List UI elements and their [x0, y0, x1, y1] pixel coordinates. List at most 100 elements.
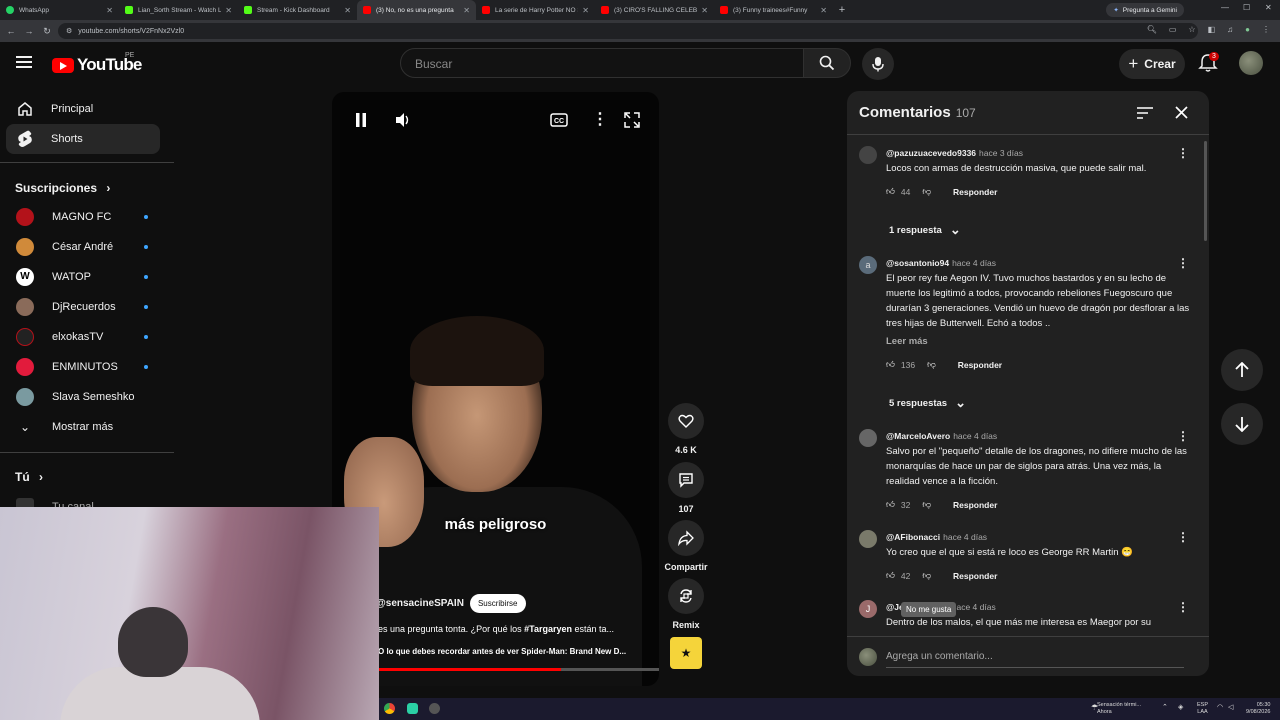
comment-avatar[interactable]: [859, 429, 877, 447]
reply-button[interactable]: Responder: [953, 187, 997, 197]
comments-action[interactable]: 107: [668, 462, 704, 514]
reply-button[interactable]: Responder: [953, 500, 997, 510]
browser-tab-active[interactable]: (3) No, no es una pregunta ✕: [357, 0, 476, 20]
browser-tab[interactable]: Lian_Sorth Stream - Watch Live ✕: [119, 0, 238, 20]
maximize-icon[interactable]: ☐: [1243, 3, 1250, 12]
subscription-item[interactable]: César André: [6, 232, 160, 262]
gemini-button[interactable]: ✦ Pregunta a Gemini: [1106, 3, 1184, 17]
menu-icon[interactable]: ⋮: [1262, 25, 1270, 34]
speaker-icon[interactable]: ◁: [1228, 704, 1233, 711]
search-button[interactable]: [803, 48, 851, 78]
thumbs-down-icon[interactable]: 👎︎: [922, 186, 931, 197]
subscription-item[interactable]: ENMINUTOS: [6, 352, 160, 382]
search-input[interactable]: Buscar: [400, 48, 804, 78]
obs-icon[interactable]: [429, 703, 440, 714]
thumbs-down-icon[interactable]: 👎︎: [922, 570, 931, 581]
comment-author[interactable]: @MarceloAvero: [886, 431, 950, 441]
thumbs-up-icon[interactable]: 👍︎: [886, 359, 895, 370]
comment-menu-icon[interactable]: ⋮: [1177, 256, 1189, 270]
subscription-item[interactable]: MAGNO FC: [6, 202, 160, 232]
close-tab-icon[interactable]: ✕: [225, 6, 232, 15]
like-action[interactable]: 4.6 K: [668, 403, 704, 455]
comment-avatar[interactable]: J: [859, 600, 877, 618]
media-icon[interactable]: ♫: [1227, 25, 1233, 34]
you-heading[interactable]: Tú ›: [15, 470, 43, 484]
close-icon[interactable]: [1175, 106, 1188, 119]
app-icon[interactable]: [407, 703, 418, 714]
close-tab-icon[interactable]: ✕: [820, 6, 827, 15]
forward-icon[interactable]: →: [20, 26, 38, 36]
reply-button[interactable]: Responder: [953, 571, 997, 581]
browser-tab[interactable]: Stream - Kick Dashboard ✕: [238, 0, 357, 20]
profile-icon[interactable]: ●: [1245, 25, 1250, 34]
bookmark-star-icon[interactable]: ☆: [1188, 25, 1195, 34]
captions-icon[interactable]: CC: [550, 113, 568, 127]
browser-tab[interactable]: La serie de Harry Potter NO SE ✕: [476, 0, 595, 20]
view-replies-button[interactable]: 1 respuesta ⌄: [889, 222, 961, 238]
close-tab-icon[interactable]: ✕: [106, 6, 113, 15]
read-more-link[interactable]: Leer más: [886, 336, 928, 347]
sidebar-item-home[interactable]: Principal: [6, 94, 160, 124]
subscribe-button[interactable]: Suscribirse: [469, 594, 526, 613]
video-progress-bar[interactable]: [378, 668, 659, 671]
comment-author[interactable]: @AFibonacci: [886, 532, 940, 542]
subscription-item[interactable]: DjRecuerdos: [6, 292, 160, 322]
comment-menu-icon[interactable]: ⋮: [1177, 530, 1189, 544]
account-avatar[interactable]: [1239, 51, 1263, 75]
add-comment-input[interactable]: Agrega un comentario...: [886, 651, 993, 662]
thumbs-down-icon[interactable]: 👎︎: [927, 359, 936, 370]
comments-button[interactable]: [668, 462, 704, 498]
chrome-icon[interactable]: [384, 703, 395, 714]
comment-menu-icon[interactable]: ⋮: [1177, 429, 1189, 443]
close-tab-icon[interactable]: ✕: [701, 6, 708, 15]
comments-scrollbar[interactable]: [1204, 141, 1207, 241]
close-window-icon[interactable]: ✕: [1265, 3, 1272, 12]
sort-icon[interactable]: [1137, 107, 1153, 119]
close-tab-icon[interactable]: ✕: [582, 6, 589, 15]
video-title[interactable]: es una pregunta tonta. ¿Por qué los #Tar…: [378, 624, 614, 634]
share-button[interactable]: [668, 520, 704, 556]
reload-icon[interactable]: ↻: [38, 26, 56, 37]
language-indicator[interactable]: ESP LAA: [1197, 702, 1208, 716]
comment-avatar[interactable]: [859, 146, 877, 164]
pause-icon[interactable]: [354, 112, 368, 128]
site-info-icon[interactable]: ⚙: [66, 27, 72, 35]
tray-icon[interactable]: ◈: [1178, 704, 1183, 711]
close-tab-icon[interactable]: ✕: [344, 6, 351, 15]
thumbs-up-icon[interactable]: 👍︎: [886, 186, 895, 197]
show-more-button[interactable]: ⌄ Mostrar más: [6, 412, 160, 442]
clock[interactable]: 05:30 9/08/2026: [1246, 702, 1270, 716]
comment-avatar[interactable]: [859, 530, 877, 548]
comment-author[interactable]: @pazuzuacevedo9336: [886, 148, 976, 158]
subscription-item[interactable]: Slava Semeshko: [6, 382, 160, 412]
audio-thumbnail[interactable]: ★: [670, 637, 702, 669]
sidebar-item-shorts[interactable]: Shorts: [6, 124, 160, 154]
close-tab-icon[interactable]: ✕: [463, 6, 470, 15]
weather-widget[interactable]: Sensación térmi... Ahora: [1097, 702, 1141, 716]
menu-hamburger-icon[interactable]: [16, 56, 32, 68]
remix-button[interactable]: [668, 578, 704, 614]
channel-handle[interactable]: @sensacineSPAIN: [376, 598, 464, 609]
remix-action[interactable]: Remix: [668, 578, 704, 630]
browser-tab[interactable]: WhatsApp ✕: [0, 0, 119, 20]
thumbs-down-icon[interactable]: 👎︎: [922, 499, 931, 510]
comment-menu-icon[interactable]: ⋮: [1177, 600, 1189, 614]
back-icon[interactable]: ←: [2, 26, 20, 36]
browser-tab[interactable]: (3) Funny trainees#Funny ✕: [714, 0, 833, 20]
zoom-icon[interactable]: 🔍︎: [1147, 25, 1157, 34]
next-short-button[interactable]: [1221, 403, 1263, 445]
fullscreen-icon[interactable]: [624, 112, 640, 128]
comment-author[interactable]: @sosantonio94: [886, 258, 949, 268]
voice-search-button[interactable]: [862, 48, 894, 80]
share-action[interactable]: Compartir: [665, 520, 708, 572]
more-options-icon[interactable]: ⋮: [592, 109, 608, 129]
hashtag-link[interactable]: #Targaryen: [524, 624, 572, 634]
subscription-item[interactable]: W WATOP: [6, 262, 160, 292]
comment-menu-icon[interactable]: ⋮: [1177, 146, 1189, 160]
previous-short-button[interactable]: [1221, 349, 1263, 391]
cast-icon[interactable]: ▭: [1169, 25, 1177, 34]
extensions-icon[interactable]: ◧: [1208, 25, 1216, 34]
view-replies-button[interactable]: 5 respuestas ⌄: [889, 395, 966, 411]
new-tab-button[interactable]: +: [833, 4, 851, 16]
browser-tab[interactable]: (3) CIRO'S FALLING CELEB ✕: [595, 0, 714, 20]
